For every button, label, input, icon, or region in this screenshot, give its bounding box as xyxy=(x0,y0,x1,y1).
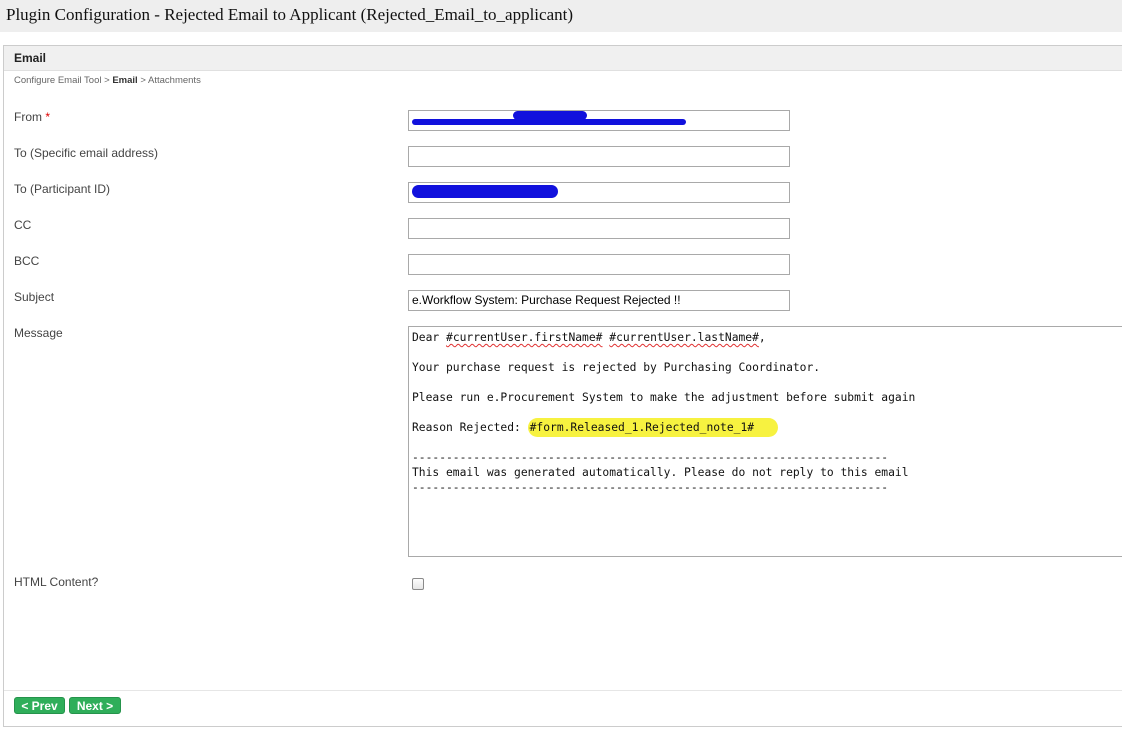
first-name-variable: #currentUser.firstName# xyxy=(446,331,603,344)
greeting-prefix: Dear xyxy=(412,331,447,344)
bcc-field[interactable] xyxy=(408,254,790,275)
breadcrumb-configure[interactable]: Configure Email Tool xyxy=(14,75,101,86)
reason-prefix: Reason Rejected: xyxy=(412,421,528,434)
message-divider: ----------------------------------------… xyxy=(412,451,889,464)
from-label-text: From xyxy=(14,110,42,124)
required-mark: * xyxy=(45,110,51,124)
title-bar: Plugin Configuration - Rejected Email to… xyxy=(0,0,1122,32)
footer-divider xyxy=(4,690,1122,691)
prev-button[interactable]: < Prev xyxy=(14,697,65,714)
message-divider: ----------------------------------------… xyxy=(412,481,889,494)
message-textarea[interactable]: Dear #currentUser.firstName# #currentUse… xyxy=(408,326,1122,557)
panel-header: Email xyxy=(4,46,1122,71)
panel-header-title: Email xyxy=(14,51,47,65)
breadcrumb-current: Email xyxy=(112,75,138,86)
message-label: Message xyxy=(14,326,63,340)
breadcrumb-separator: > xyxy=(104,75,110,86)
html-content-checkbox[interactable] xyxy=(412,578,424,590)
message-line-reason: Reason Rejected: #form.Released_1.Reject… xyxy=(412,418,779,437)
html-content-label: HTML Content? xyxy=(14,575,99,589)
to-email-label: To (Specific email address) xyxy=(14,146,159,160)
rejected-note-variable: #form.Released_1.Rejected_note_1# xyxy=(527,418,779,437)
redaction-mark xyxy=(412,185,558,198)
cc-label: CC xyxy=(14,218,32,232)
message-line-body: Your purchase request is rejected by Pur… xyxy=(412,361,821,374)
next-button[interactable]: Next > xyxy=(69,697,121,714)
message-line-instruction: Please run e.Procurement System to make … xyxy=(412,391,916,404)
from-label: From * xyxy=(14,110,50,124)
message-footer-note: This email was generated automatically. … xyxy=(412,466,909,479)
greeting-suffix: , xyxy=(758,331,766,344)
redaction-mark xyxy=(513,111,587,120)
page-title: Plugin Configuration - Rejected Email to… xyxy=(6,5,573,24)
to-participant-label: To (Participant ID) xyxy=(14,182,111,196)
cc-field[interactable] xyxy=(408,218,790,239)
subject-field[interactable]: e.Workflow System: Purchase Request Reje… xyxy=(408,290,790,311)
bcc-label: BCC xyxy=(14,254,40,268)
subject-label: Subject xyxy=(14,290,55,304)
message-line-greeting: Dear #currentUser.firstName# #currentUse… xyxy=(412,331,766,344)
last-name-variable: #currentUser.lastName# xyxy=(609,331,759,344)
breadcrumb-separator: > xyxy=(140,75,146,86)
to-email-field[interactable] xyxy=(408,146,790,167)
breadcrumb: Configure Email Tool > Email > Attachmen… xyxy=(14,75,201,86)
breadcrumb-attachments[interactable]: Attachments xyxy=(148,75,201,86)
